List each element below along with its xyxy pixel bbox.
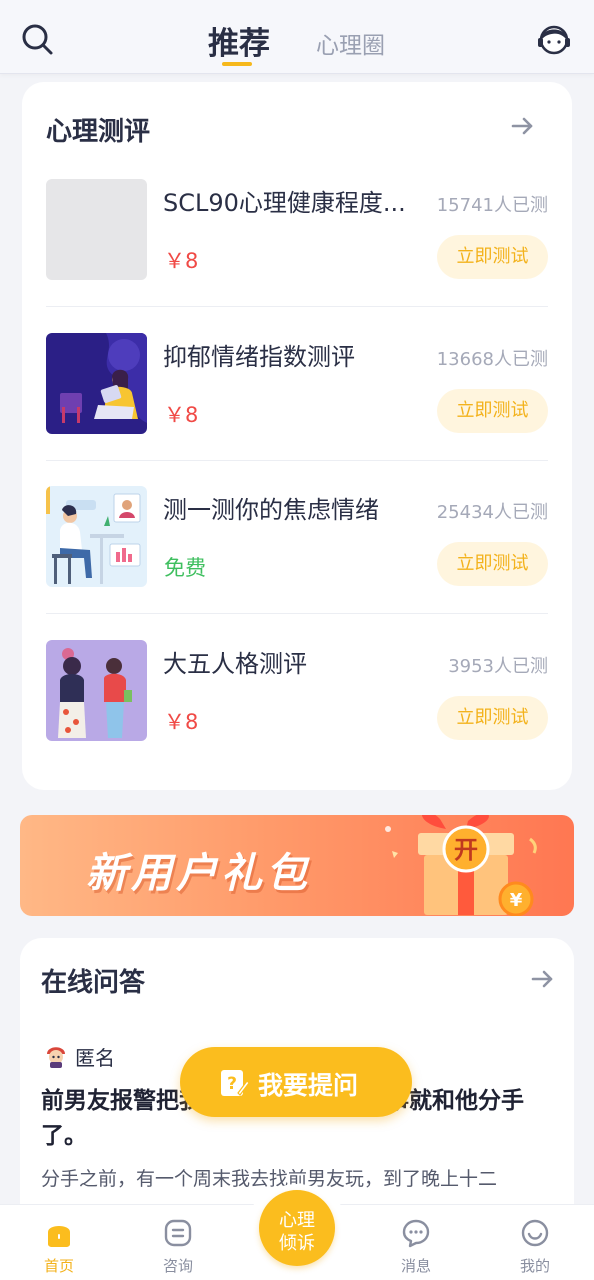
svg-text:?: ? [227, 1074, 237, 1094]
assessment-card: 心理测评 SCL90心理健康程度... 15741人已测 ￥8 立即测试 抑郁情… [22, 82, 572, 790]
new-user-gift-banner[interactable]: 新用户礼包 开 ¥ [20, 815, 574, 916]
anonymous-avatar-icon [47, 1047, 65, 1068]
tab-psych-circle[interactable]: 心理圈 [316, 26, 385, 60]
qa-username: 匿名 [75, 1046, 115, 1070]
edit-question-icon: ? [221, 1070, 250, 1096]
ask-question-label: 我要提问 [258, 1071, 359, 1100]
test-thumbnail [46, 333, 147, 434]
qa-section-title: 在线问答 [41, 968, 146, 998]
test-count: 15741人已测 [436, 195, 548, 216]
test-now-button[interactable]: 立即测试 [437, 235, 548, 279]
nav-messages-label: 消息 [400, 1257, 431, 1275]
test-name: SCL90心理健康程度... [163, 189, 406, 217]
coin-char: ¥ [510, 890, 523, 911]
consult-icon [164, 1219, 192, 1247]
test-item-anxiety[interactable]: 测一测你的焦虑情绪 25434人已测 免费 立即测试 [46, 486, 548, 588]
ask-question-button[interactable]: ? 我要提问 [180, 1047, 412, 1117]
arrow-right-icon[interactable] [510, 113, 536, 139]
nav-home[interactable]: 首页 [24, 1212, 94, 1276]
nav-mine-label: 我的 [519, 1257, 550, 1275]
test-price: ￥8 [164, 403, 199, 427]
test-item-big-five[interactable]: 大五人格测评 3953人已测 ￥8 立即测试 [46, 640, 548, 742]
test-now-button[interactable]: 立即测试 [437, 389, 548, 433]
test-item-depression[interactable]: 抑郁情绪指数测评 13668人已测 ￥8 立即测试 [46, 333, 548, 435]
top-header: 推荐 心理圈 [0, 0, 594, 74]
test-thumbnail [46, 179, 147, 280]
gift-open-char: 开 [454, 836, 478, 864]
divider [46, 460, 548, 461]
test-name: 测一测你的焦虑情绪 [163, 496, 379, 524]
nav-home-label: 首页 [43, 1257, 74, 1275]
banner-text: 新用户礼包 [86, 849, 311, 897]
search-icon[interactable] [20, 22, 54, 56]
test-name: 大五人格测评 [163, 650, 307, 678]
arrow-right-icon[interactable] [530, 966, 556, 992]
nav-messages[interactable]: 消息 [381, 1212, 451, 1276]
test-price: ￥8 [164, 710, 199, 734]
divider [46, 306, 548, 307]
test-thumbnail [46, 486, 147, 587]
avatar-icon[interactable] [534, 18, 574, 58]
test-count: 13668人已测 [436, 349, 548, 370]
test-thumbnail [46, 640, 147, 741]
test-count: 25434人已测 [436, 502, 548, 523]
home-icon [48, 1226, 70, 1247]
test-name: 抑郁情绪指数测评 [163, 343, 355, 371]
assessment-section-title: 心理测评 [46, 117, 151, 147]
gift-box-icon: 开 ¥ [385, 815, 537, 916]
nav-consult-label: 咨询 [162, 1257, 193, 1275]
test-now-button[interactable]: 立即测试 [437, 542, 548, 586]
test-price: 免费 [164, 556, 206, 580]
nav-confide-button[interactable]: 心理 倾诉 [259, 1190, 335, 1266]
test-item-scl90[interactable]: SCL90心理健康程度... 15741人已测 ￥8 立即测试 [46, 179, 548, 281]
test-now-button[interactable]: 立即测试 [437, 696, 548, 740]
nav-consult[interactable]: 咨询 [143, 1212, 213, 1276]
tab-recommend[interactable]: 推荐 [208, 18, 270, 63]
test-count: 3953人已测 [448, 656, 548, 677]
nav-confide-line2: 倾诉 [279, 1233, 315, 1254]
nav-mine[interactable]: 我的 [500, 1212, 570, 1276]
profile-smile-icon [521, 1219, 549, 1247]
divider [46, 613, 548, 614]
test-price: ￥8 [164, 249, 199, 273]
tab-active-indicator [222, 62, 252, 66]
message-icon [402, 1219, 430, 1248]
